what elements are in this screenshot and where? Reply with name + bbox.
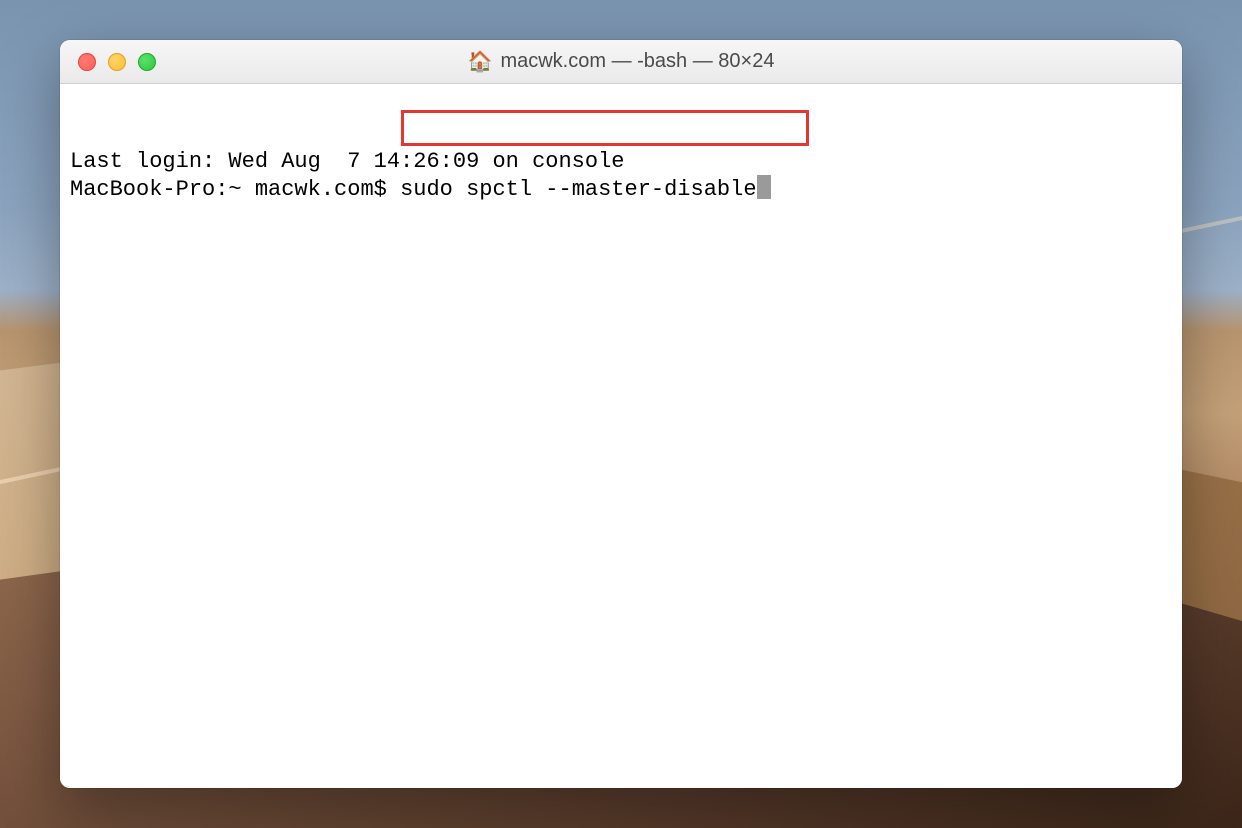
window-controls <box>60 53 156 71</box>
annotation-highlight-box <box>401 110 809 146</box>
terminal-body[interactable]: Last login: Wed Aug 7 14:26:09 on consol… <box>60 84 1182 788</box>
window-titlebar[interactable]: 🏠 macwk.com — -bash — 80×24 <box>60 40 1182 84</box>
close-button[interactable] <box>78 53 96 71</box>
minimize-button[interactable] <box>108 53 126 71</box>
maximize-button[interactable] <box>138 53 156 71</box>
window-title: 🏠 macwk.com — -bash — 80×24 <box>60 50 1182 73</box>
terminal-command-input[interactable]: sudo spctl --master-disable <box>400 176 756 204</box>
terminal-cursor <box>757 175 771 199</box>
home-icon: 🏠 <box>468 52 493 72</box>
window-title-text: macwk.com — -bash — 80×24 <box>500 50 774 73</box>
terminal-window: 🏠 macwk.com — -bash — 80×24 Last login: … <box>60 40 1182 788</box>
terminal-output-line: Last login: Wed Aug 7 14:26:09 on consol… <box>70 148 1172 176</box>
terminal-prompt: MacBook-Pro:~ macwk.com$ <box>70 176 400 204</box>
